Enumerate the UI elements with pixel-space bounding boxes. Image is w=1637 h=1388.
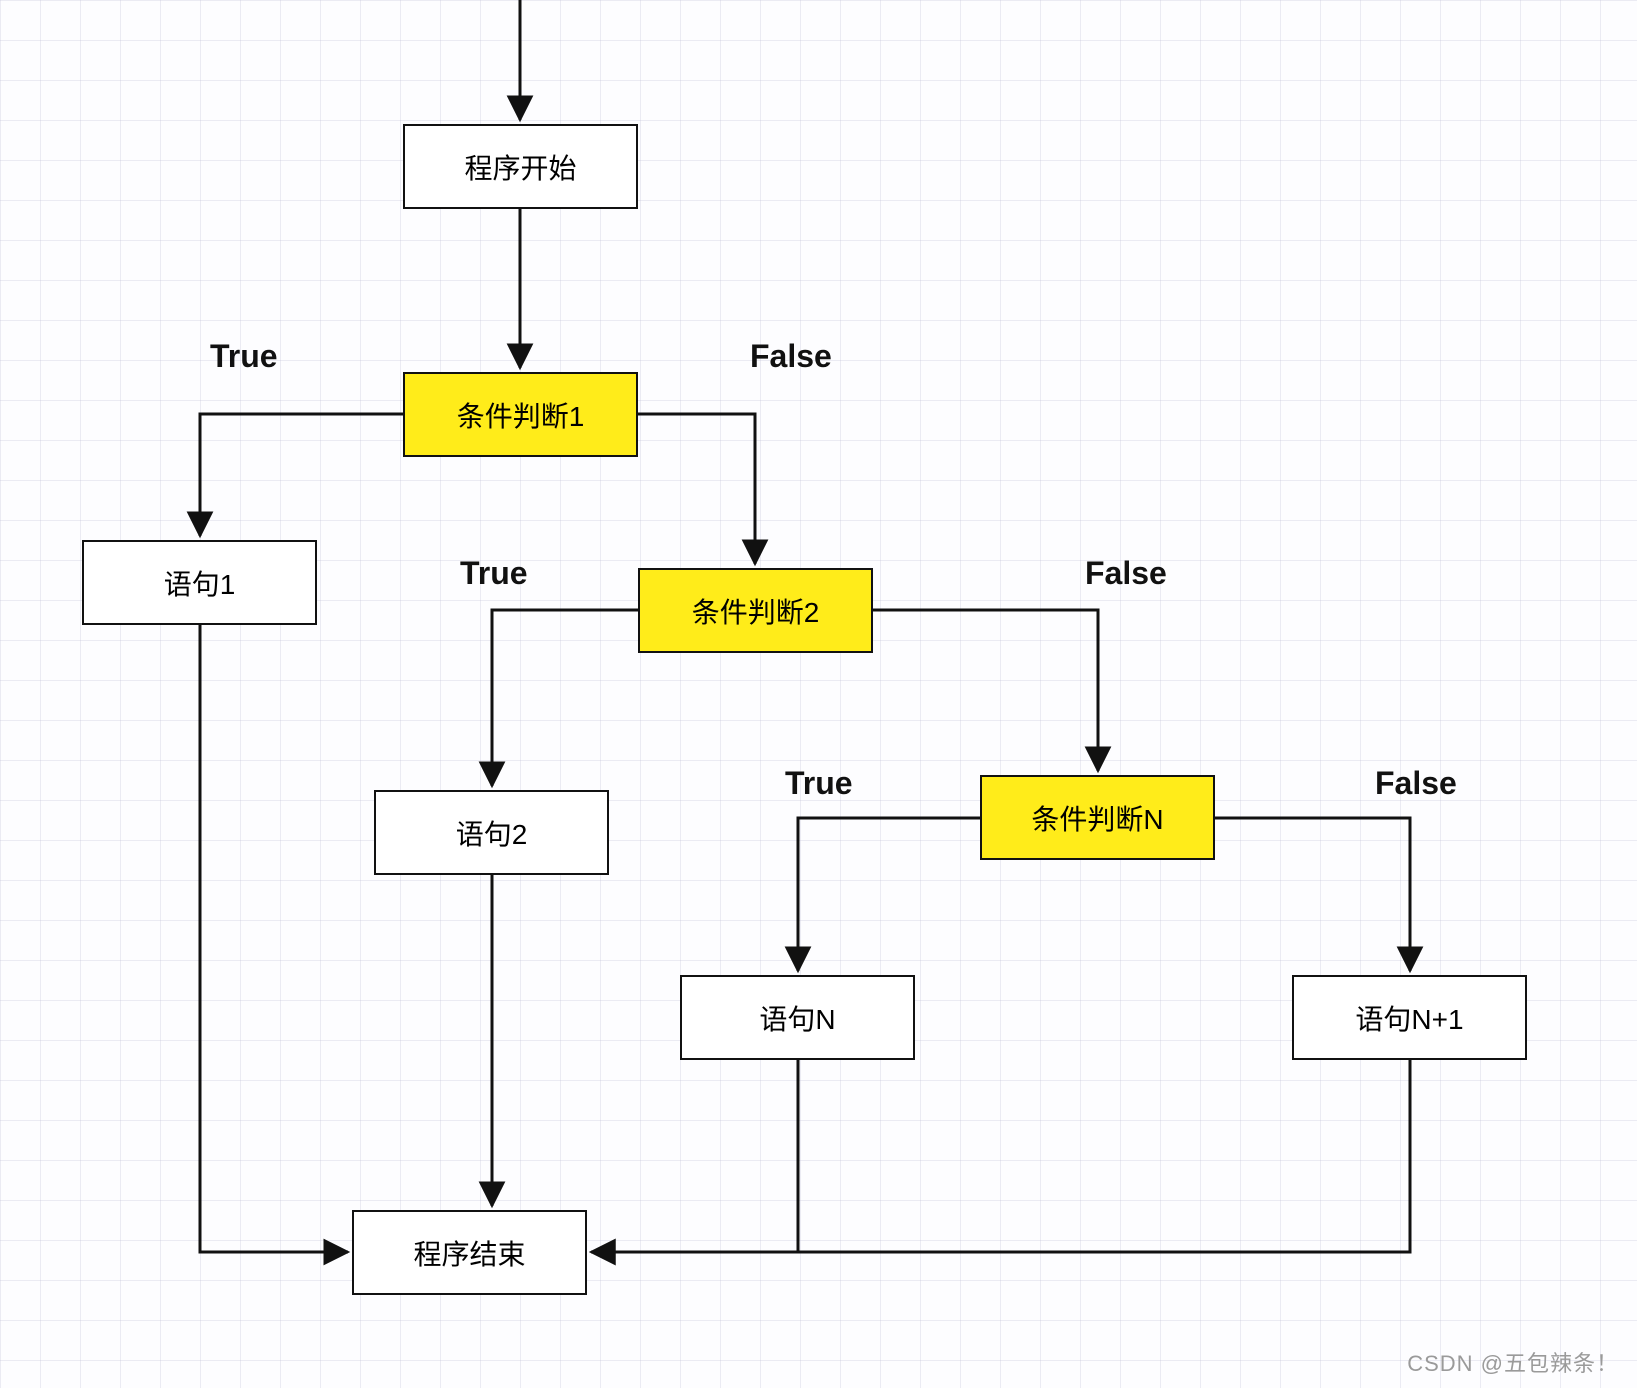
node-start-text: 程序开始 <box>464 147 576 187</box>
label-false-cond1: False <box>750 338 832 375</box>
grid-background <box>0 0 1637 1388</box>
node-stmtN: 语句N <box>680 975 915 1060</box>
node-cond1-text: 条件判断1 <box>457 395 585 435</box>
label-false-cond2: False <box>1085 555 1167 592</box>
node-cond1: 条件判断1 <box>403 372 638 457</box>
node-stmt2-text: 语句2 <box>456 813 528 853</box>
node-cond2: 条件判断2 <box>638 568 873 653</box>
node-condN: 条件判断N <box>980 775 1215 860</box>
label-true-cond1: True <box>210 338 278 375</box>
watermark: CSDN @五包辣条！ <box>1407 1346 1619 1378</box>
node-start: 程序开始 <box>403 124 638 209</box>
label-true-cond2: True <box>460 555 528 592</box>
node-stmtN-text: 语句N <box>759 998 835 1038</box>
node-cond2-text: 条件判断2 <box>692 591 820 631</box>
node-stmt1: 语句1 <box>82 540 317 625</box>
node-stmt1-text: 语句1 <box>164 563 236 603</box>
node-stmtN1: 语句N+1 <box>1292 975 1527 1060</box>
label-true-condN: True <box>785 765 853 802</box>
node-end-text: 程序结束 <box>413 1233 525 1273</box>
node-end: 程序结束 <box>352 1210 587 1295</box>
node-stmt2: 语句2 <box>374 790 609 875</box>
node-stmtN1-text: 语句N+1 <box>1355 998 1463 1038</box>
node-condN-text: 条件判断N <box>1031 798 1163 838</box>
label-false-condN: False <box>1375 765 1457 802</box>
